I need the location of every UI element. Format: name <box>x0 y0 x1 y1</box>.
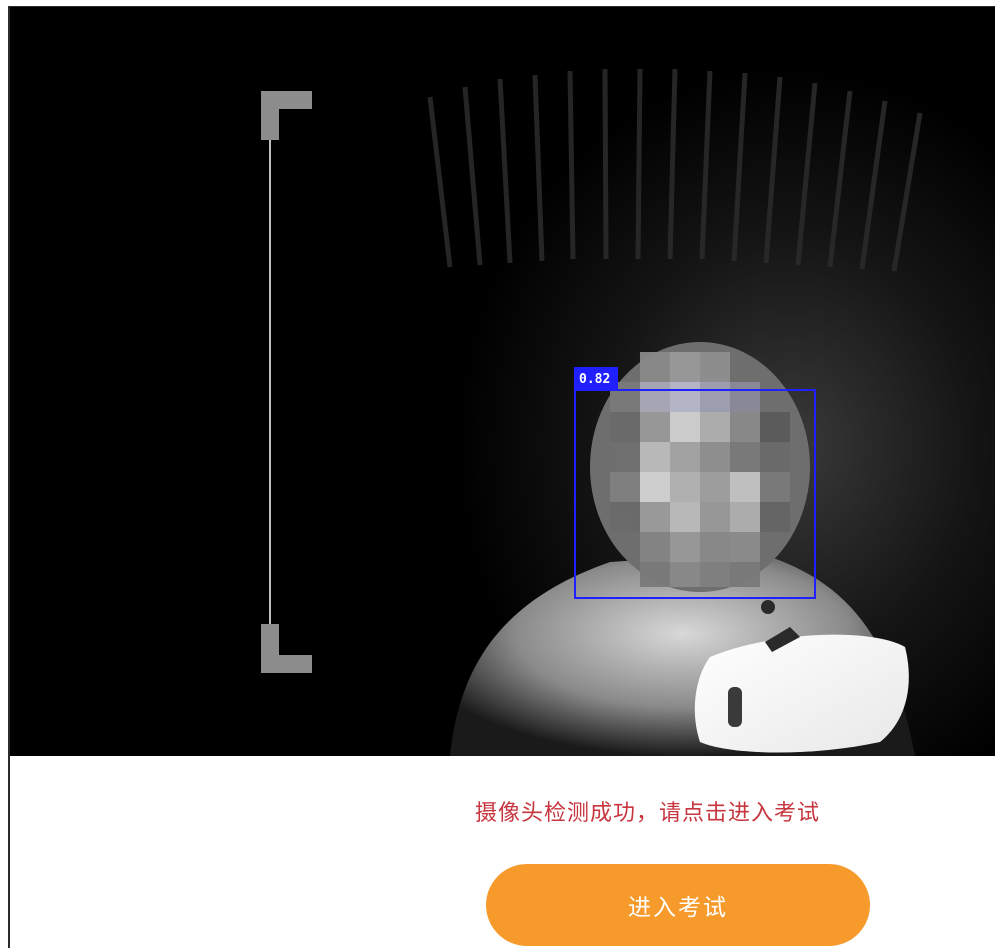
enter-exam-button[interactable]: 进入考试 <box>486 864 870 946</box>
detection-confidence: 0.82 <box>579 372 610 387</box>
camera-preview: 0.82 <box>10 7 995 756</box>
status-message: 摄像头检测成功，请点击进入考试 <box>475 801 821 826</box>
enter-exam-button-label: 进入考试 <box>628 895 728 921</box>
